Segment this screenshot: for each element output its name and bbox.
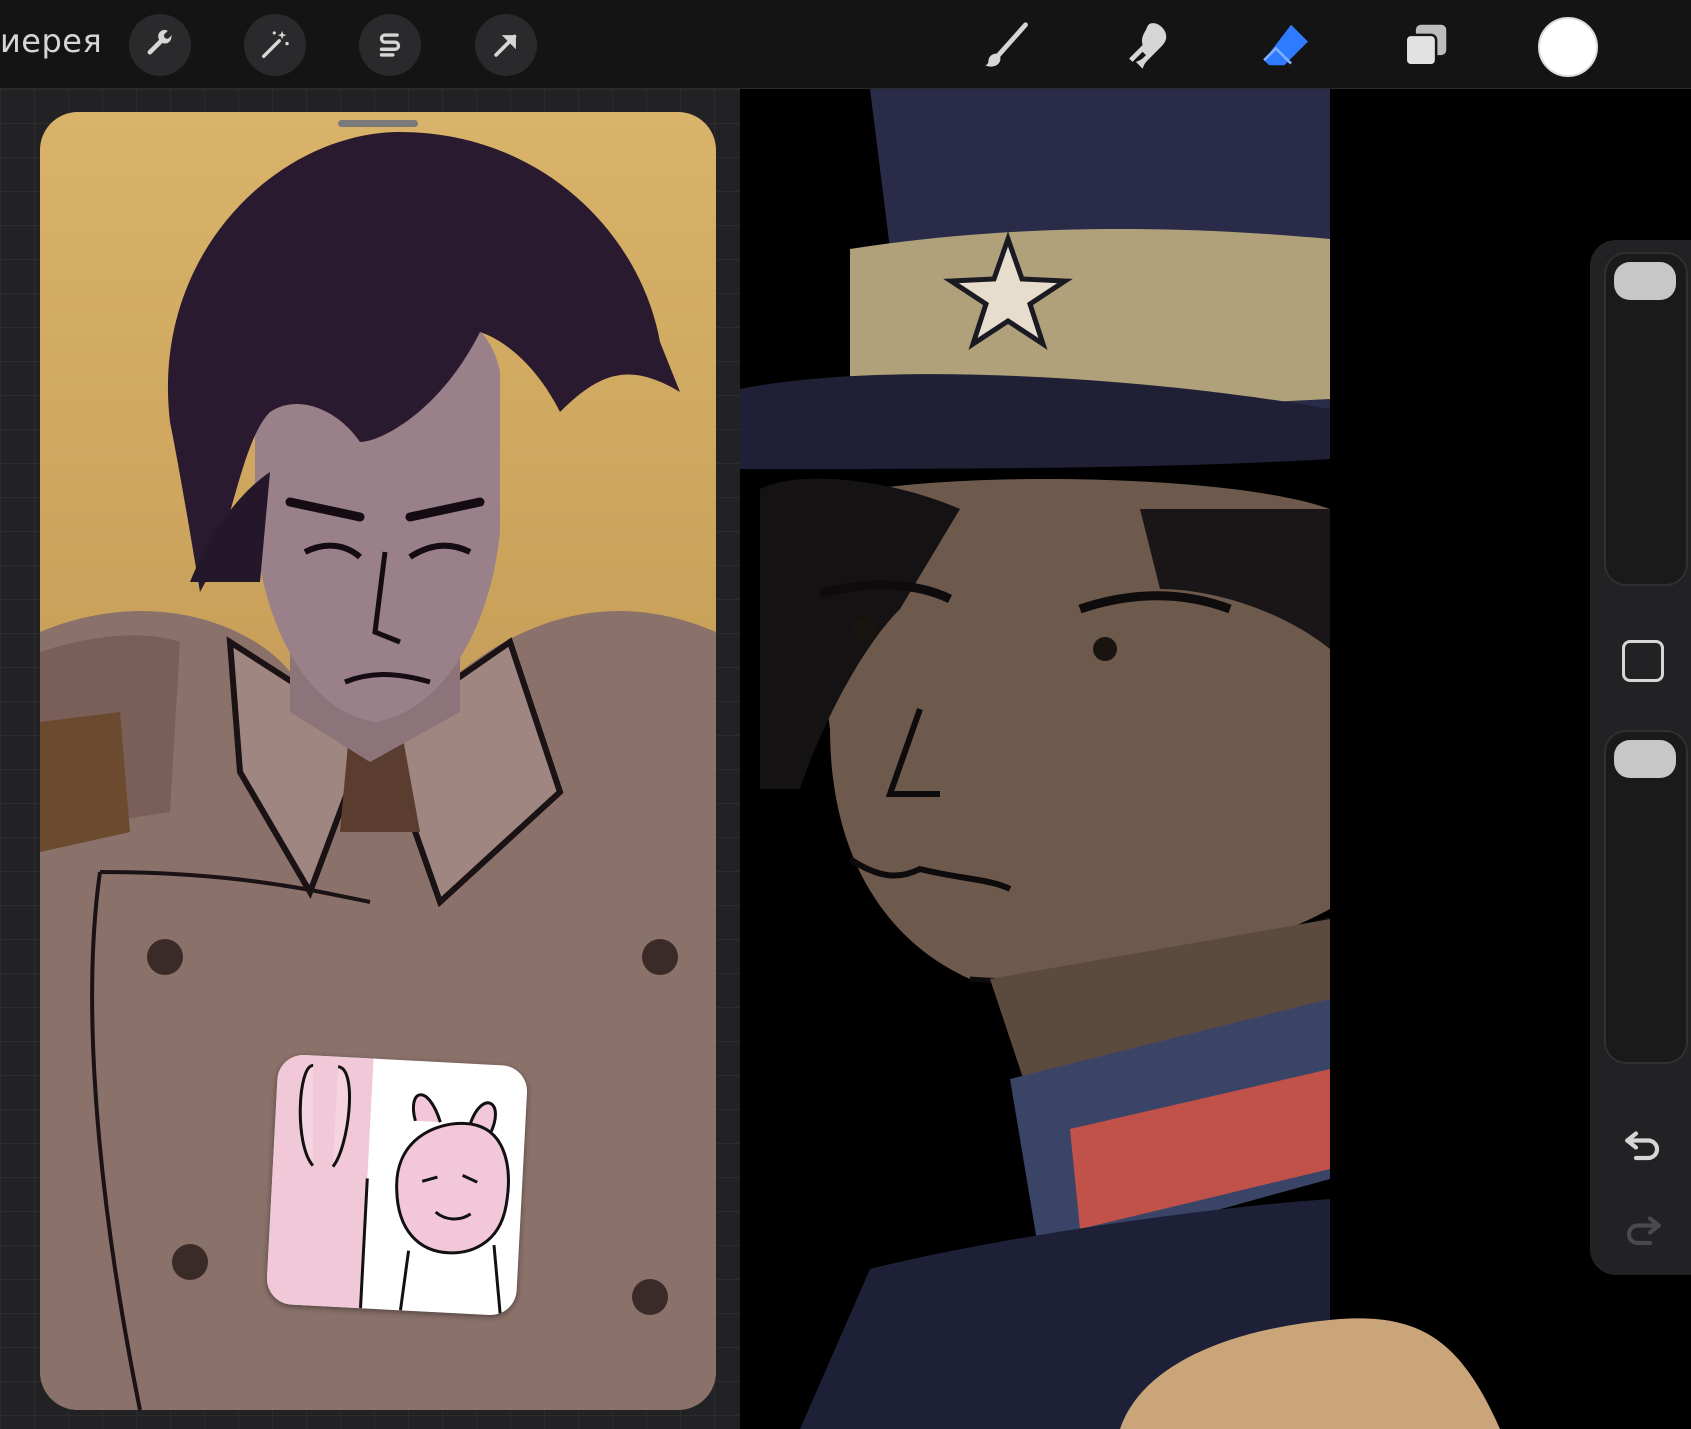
wrench-icon-glyph — [147, 29, 172, 55]
eraser-icon[interactable] — [1255, 14, 1317, 76]
smudge-icon[interactable] — [1115, 14, 1177, 76]
color-picker-button[interactable] — [1538, 17, 1598, 77]
bunny-sticker-image — [265, 1053, 529, 1317]
transform-glyph — [494, 34, 517, 57]
magic-wand-glyph — [261, 30, 289, 59]
bunny-drawing — [265, 1053, 510, 1316]
layers-icon[interactable] — [1395, 14, 1457, 76]
wrench-icon[interactable] — [129, 14, 191, 76]
layers-glyph — [1404, 24, 1447, 67]
reference-image-window[interactable] — [40, 112, 716, 1410]
reference-window-drag-handle[interactable] — [338, 120, 418, 127]
modify-square-icon[interactable] — [1622, 640, 1664, 682]
brush-icon[interactable] — [976, 14, 1038, 76]
selection-s-icon[interactable] — [359, 14, 421, 76]
redo-glyph — [1626, 1216, 1661, 1246]
smudge-glyph — [1129, 23, 1167, 69]
top-toolbar: иерея — [0, 0, 1691, 89]
canvas-painting — [740, 89, 1500, 1429]
selection-glyph — [379, 33, 401, 57]
opacity-knob[interactable] — [1614, 740, 1676, 778]
transform-arrow-icon[interactable] — [475, 14, 537, 76]
brush-size-knob[interactable] — [1614, 262, 1676, 300]
eraser-glyph — [1263, 24, 1308, 66]
undo-glyph — [1625, 1131, 1660, 1161]
drawing-canvas[interactable] — [740, 89, 1691, 1429]
brush-size-slider[interactable] — [1604, 252, 1688, 586]
opacity-slider[interactable] — [1604, 730, 1688, 1064]
gallery-button[interactable]: иерея — [0, 22, 102, 60]
sidebar-panel — [1590, 240, 1691, 1275]
redo-icon[interactable] — [1614, 1205, 1672, 1253]
brush-glyph — [985, 22, 1028, 67]
undo-icon[interactable] — [1614, 1120, 1672, 1168]
magic-wand-icon[interactable] — [244, 14, 306, 76]
